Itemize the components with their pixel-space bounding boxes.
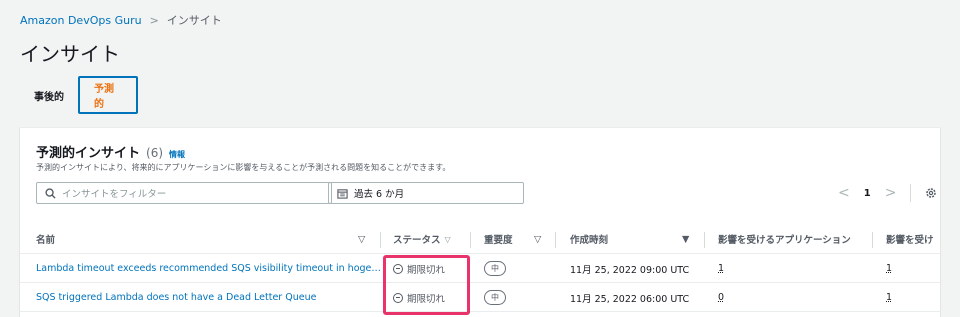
column-divider <box>872 232 873 248</box>
column-header-severity[interactable]: 重要度 <box>484 224 513 254</box>
table-header: 名前 ▽ ステータス ▽ 重要度 ▽ 作成時刻 ▼ 影響を受けるアプリケーション <box>20 224 940 254</box>
sort-icon[interactable]: ▽ <box>534 224 541 254</box>
header-label: 名前 <box>36 235 56 246</box>
table-row: Lambda timeout exceeds recommended SQS v… <box>20 254 940 283</box>
header-label: 影響を受けるアプリケーション <box>718 235 851 246</box>
gear-icon[interactable] <box>925 187 937 199</box>
column-divider <box>380 232 381 248</box>
tab-reactive[interactable]: 事後的 <box>20 76 78 114</box>
insight-filter-input[interactable]: インサイトをフィルター <box>36 182 332 204</box>
affected-apps-count[interactable]: 1 <box>718 263 724 274</box>
column-header-name[interactable]: 名前 <box>36 224 55 254</box>
column-divider <box>704 232 705 248</box>
column-header-apps[interactable]: 影響を受けるアプリケーション <box>718 224 851 254</box>
pagination: < 1 > <box>838 184 937 202</box>
column-header-created[interactable]: 作成時刻 <box>570 224 608 254</box>
header-label: ステータス <box>393 235 441 246</box>
sort-descending-icon[interactable]: ▼ <box>682 224 689 254</box>
sort-icon: ▽ <box>444 234 451 244</box>
insight-count: (6) <box>146 146 164 160</box>
column-header-status[interactable]: ステータス ▽ <box>393 224 451 254</box>
current-page-number[interactable]: 1 <box>864 188 871 199</box>
filter-placeholder: インサイトをフィルター <box>62 189 167 200</box>
previous-page-button[interactable]: < <box>838 185 850 201</box>
status-highlight-box <box>383 255 470 315</box>
severity-badge: 中 <box>484 290 506 305</box>
tab-bar: 事後的 予測的 <box>20 76 138 114</box>
info-link[interactable]: 情報 <box>169 149 185 160</box>
column-divider <box>555 232 556 248</box>
search-icon <box>45 187 56 199</box>
affected-resources-count[interactable]: 1 <box>886 292 892 303</box>
tab-proactive[interactable]: 予測的 <box>78 76 138 114</box>
header-label: 影響を受け <box>886 235 934 246</box>
column-header-affected[interactable]: 影響を受け <box>886 224 934 254</box>
created-time: 11月 25, 2022 06:00 UTC <box>570 293 690 305</box>
panel-description: 予測的インサイトにより、将来的にアプリケーションに影響を与えることが予測される問… <box>36 163 451 172</box>
header-label: 重要度 <box>484 235 513 246</box>
created-time: 11月 25, 2022 09:00 UTC <box>570 264 690 276</box>
table-row: SQS triggered Lambda does not have a Dea… <box>20 283 940 312</box>
breadcrumb-current: インサイト <box>166 14 222 27</box>
date-range-value: 過去 6 か月 <box>354 189 405 200</box>
date-range-select[interactable]: 過去 6 か月 <box>328 182 524 204</box>
panel-header: 予測的インサイト (6) 情報 <box>36 142 185 161</box>
calendar-icon <box>337 188 348 199</box>
breadcrumb-root-link[interactable]: Amazon DevOps Guru <box>20 14 142 27</box>
next-page-button[interactable]: > <box>885 185 897 201</box>
header-label: 作成時刻 <box>570 235 609 246</box>
affected-apps-count[interactable]: 0 <box>718 292 724 303</box>
pager-divider <box>910 184 912 202</box>
insight-name-link[interactable]: SQS triggered Lambda does not have a Dea… <box>36 292 316 303</box>
page-title: インサイト <box>20 42 120 66</box>
panel-title: 予測的インサイト <box>36 146 141 161</box>
chevron-right-icon: > <box>149 13 159 27</box>
insight-name-link[interactable]: Lambda timeout exceeds recommended SQS v… <box>36 263 381 274</box>
affected-resources-count[interactable]: 1 <box>886 263 892 274</box>
insights-table: 名前 ▽ ステータス ▽ 重要度 ▽ 作成時刻 ▼ 影響を受けるアプリケーション <box>20 224 940 312</box>
proactive-insights-panel: 予測的インサイト (6) 情報 予測的インサイトにより、将来的にアプリケーション… <box>20 127 940 317</box>
breadcrumb: Amazon DevOps Guru > インサイト <box>20 12 222 28</box>
sort-icon[interactable]: ▽ <box>358 224 365 254</box>
column-divider <box>470 232 471 248</box>
severity-badge: 中 <box>484 261 506 276</box>
